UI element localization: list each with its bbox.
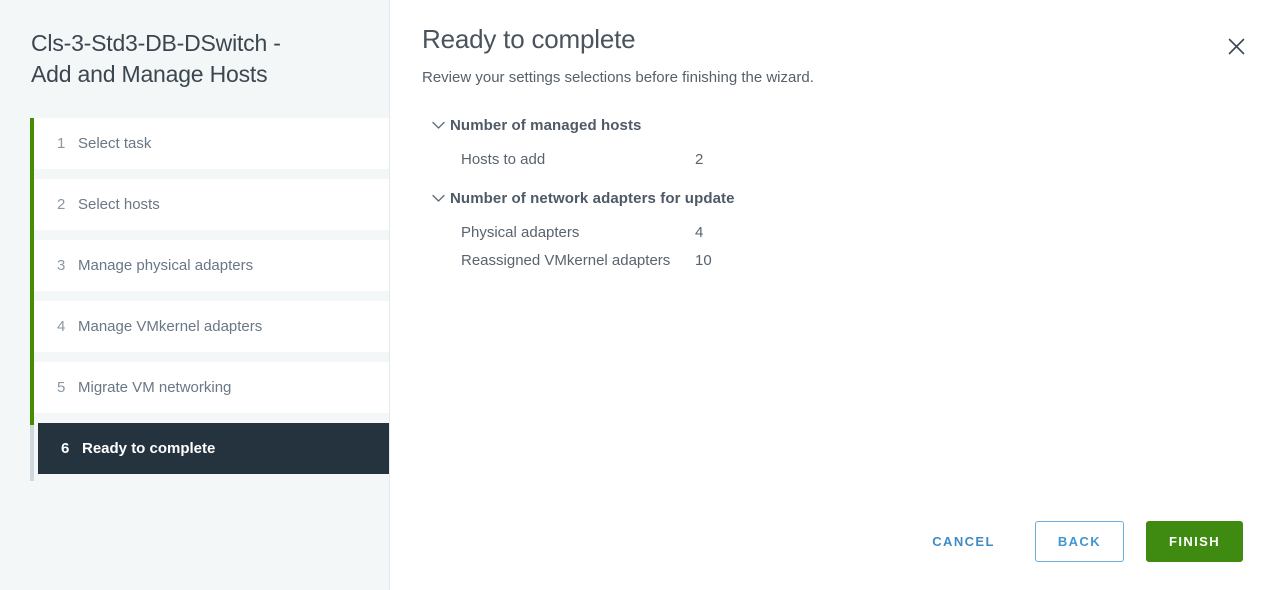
step-label: Select task <box>78 135 152 152</box>
add-and-manage-hosts-wizard: Cls-3-Std3-DB-DSwitch - Add and Manage H… <box>0 0 1271 590</box>
sidebar-step-select-task[interactable]: 1 Select task <box>34 118 389 169</box>
summary-row-value: 2 <box>695 151 704 168</box>
step-label: Migrate VM networking <box>78 379 232 396</box>
summary-row: Reassigned VMkernel adapters 10 <box>432 247 992 275</box>
main-header: Ready to complete Review your settings s… <box>390 0 1271 88</box>
summary-list: Number of managed hosts Hosts to add 2 N… <box>432 117 992 275</box>
wizard-footer: CANCEL BACK FINISH <box>918 521 1243 562</box>
step-number: 2 <box>57 196 66 213</box>
summary-row-key: Hosts to add <box>461 151 546 168</box>
summary-row: Physical adapters 4 <box>432 219 992 247</box>
step-progress-fill <box>30 118 34 425</box>
wizard-step-list: 1 Select task 2 Select hosts 3 Manage ph… <box>0 118 389 481</box>
step-label: Manage VMkernel adapters <box>78 318 263 335</box>
sidebar-step-manage-physical-adapters[interactable]: 3 Manage physical adapters <box>34 240 389 291</box>
page-title: Ready to complete <box>422 24 636 54</box>
sidebar-step-ready-to-complete[interactable]: 6 Ready to complete <box>38 423 389 474</box>
cancel-button[interactable]: CANCEL <box>918 524 1009 559</box>
page-subtitle: Review your settings selections before f… <box>422 69 814 86</box>
step-number: 1 <box>57 135 66 152</box>
sidebar-step-migrate-vm-networking[interactable]: 5 Migrate VM networking <box>34 362 389 413</box>
summary-row-value: 4 <box>695 224 704 241</box>
summary-group-managed-hosts: Number of managed hosts Hosts to add 2 <box>432 117 992 174</box>
step-label: Select hosts <box>78 196 160 213</box>
summary-group-header[interactable]: Number of managed hosts <box>432 117 992 134</box>
finish-button[interactable]: FINISH <box>1145 521 1243 562</box>
step-number: 5 <box>57 379 66 396</box>
summary-row-value: 10 <box>695 252 712 269</box>
summary-row-key: Reassigned VMkernel adapters <box>461 252 671 269</box>
summary-group-header[interactable]: Number of network adapters for update <box>432 190 992 207</box>
summary-group-title: Number of network adapters for update <box>450 190 735 207</box>
step-number: 3 <box>57 257 66 274</box>
summary-group-network-adapters: Number of network adapters for update Ph… <box>432 190 992 275</box>
wizard-title: Cls-3-Std3-DB-DSwitch - Add and Manage H… <box>31 30 281 87</box>
step-label: Manage physical adapters <box>78 257 254 274</box>
chevron-down-icon[interactable] <box>432 121 450 130</box>
sidebar-step-select-hosts[interactable]: 2 Select hosts <box>34 179 389 230</box>
wizard-main-panel: Ready to complete Review your settings s… <box>390 0 1271 590</box>
step-label: Ready to complete <box>82 440 216 457</box>
step-number: 6 <box>61 440 70 457</box>
close-icon[interactable] <box>1223 33 1249 59</box>
step-number: 4 <box>57 318 66 335</box>
summary-row: Hosts to add 2 <box>432 146 992 174</box>
back-button[interactable]: BACK <box>1034 521 1124 562</box>
sidebar-step-manage-vmkernel-adapters[interactable]: 4 Manage VMkernel adapters <box>34 301 389 352</box>
wizard-sidebar: Cls-3-Std3-DB-DSwitch - Add and Manage H… <box>0 0 390 590</box>
summary-row-key: Physical adapters <box>461 224 580 241</box>
summary-group-title: Number of managed hosts <box>450 117 642 134</box>
chevron-down-icon[interactable] <box>432 194 450 203</box>
